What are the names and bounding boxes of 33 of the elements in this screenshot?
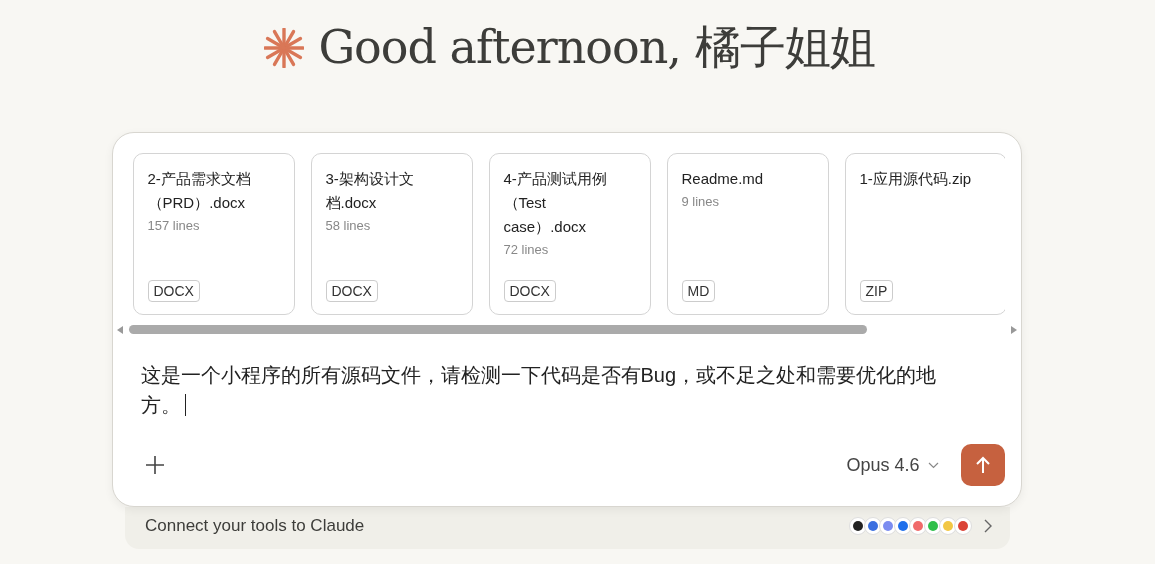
plus-icon <box>144 455 165 475</box>
attachment-card[interactable]: 4-产品测试用例（Test case）.docx 72 lines DOCX <box>488 153 651 315</box>
chevron-down-icon <box>927 461 939 469</box>
attachment-card[interactable]: 2-产品需求文档（PRD）.docx 157 lines DOCX <box>132 153 295 315</box>
scroll-left-icon[interactable] <box>116 325 123 334</box>
greeting-heading: Good afternoon, 橘子姐姐 <box>318 19 875 76</box>
send-button[interactable] <box>960 444 1005 486</box>
attachment-card[interactable]: Readme.md 9 lines MD <box>666 153 829 315</box>
text-cursor <box>184 394 186 416</box>
file-type-tag: MD <box>681 280 716 302</box>
chevron-right-icon <box>984 519 992 533</box>
starburst-icon <box>264 28 305 68</box>
file-type-tag: DOCX <box>147 280 200 302</box>
file-name: 3-架构设计文档.docx <box>325 169 415 213</box>
connect-label: Connect your tools to Claude <box>145 516 365 536</box>
model-selector[interactable]: Opus 4.6 <box>846 454 939 476</box>
file-name: 2-产品需求文档（PRD）.docx <box>147 169 252 213</box>
file-type-tag: ZIP <box>859 280 894 302</box>
file-type-tag: DOCX <box>503 280 556 302</box>
file-name: Readme.md <box>681 169 765 189</box>
line-count: 58 lines <box>325 218 372 233</box>
scrollbar-thumb[interactable] <box>128 325 867 334</box>
prompt-input[interactable]: 这是一个小程序的所有源码文件，请检测一下代码是否有Bug，或不足之处和需要优化的地方。 <box>140 360 965 420</box>
line-count: 9 lines <box>681 194 721 209</box>
line-count: 72 lines <box>503 242 550 257</box>
scroll-right-icon[interactable] <box>1010 325 1017 334</box>
file-type-tag: DOCX <box>325 280 378 302</box>
file-name: 1-应用源代码.zip <box>859 169 973 189</box>
attachment-card[interactable]: 3-架构设计文档.docx 58 lines DOCX <box>310 153 473 315</box>
connect-bar[interactable]: Connect your tools to Claude <box>125 507 1010 549</box>
file-name: 4-产品测试用例（Test case）.docx <box>503 169 608 237</box>
line-count: 157 lines <box>147 218 201 233</box>
arrow-up-icon <box>974 456 991 474</box>
